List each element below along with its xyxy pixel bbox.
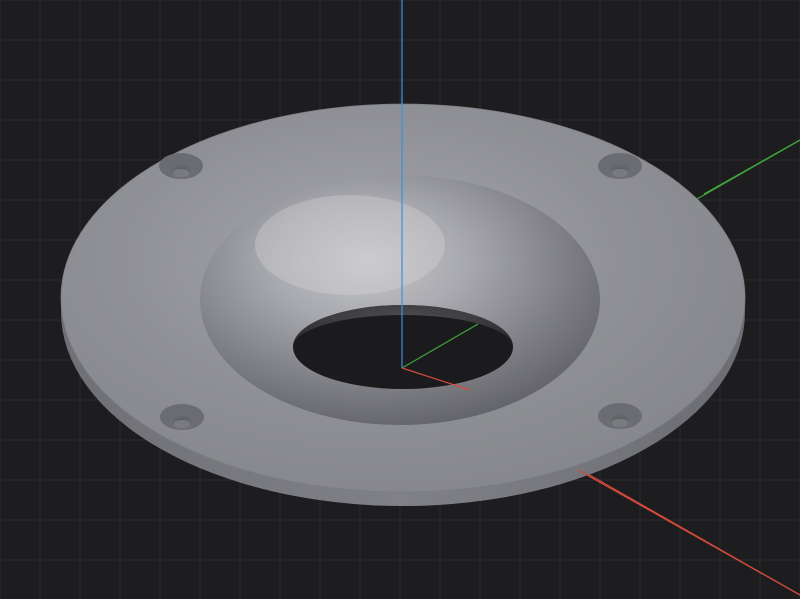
3d-viewport[interactable] — [0, 0, 800, 599]
y-axis-line-front — [703, 139, 800, 195]
x-axis-line-front — [577, 469, 800, 596]
mounting-hole-top-left[interactable] — [159, 153, 203, 179]
mounting-hole-bottom-left[interactable] — [160, 404, 204, 430]
mounting-hole-bottom-right[interactable] — [598, 403, 642, 429]
horn-bowl-highlight — [255, 195, 445, 295]
flange-horn-model[interactable] — [60, 103, 746, 506]
mounting-hole-top-right[interactable] — [598, 153, 642, 179]
viewport-canvas[interactable] — [0, 0, 800, 599]
